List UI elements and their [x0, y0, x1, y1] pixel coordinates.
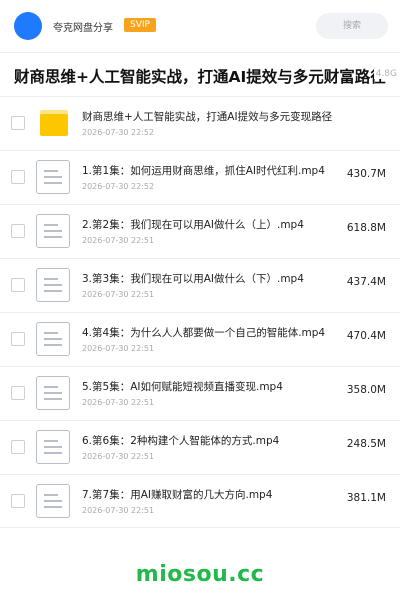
- document-icon: [36, 484, 70, 518]
- document-icon: [36, 376, 70, 410]
- file-size: 430.7M: [346, 168, 386, 180]
- folder-icon: [40, 110, 68, 136]
- file-row[interactable]: 7.第7集：用AI赚取财富的几大方向.mp4 2026-07-30 22:51 38…: [0, 474, 400, 528]
- file-date: 2026-07-30 22:51: [82, 290, 155, 299]
- select-checkbox[interactable]: [11, 224, 25, 238]
- app-header: 夸克网盘分享 SVIP 搜索: [0, 0, 400, 52]
- file-row[interactable]: 5.第5集：AI如何赋能短视频直播变现.mp4 2026-07-30 22:51 3…: [0, 366, 400, 420]
- select-checkbox[interactable]: [11, 386, 25, 400]
- document-icon: [36, 160, 70, 194]
- file-size: 470.4M: [346, 330, 386, 342]
- file-date: 2026-07-30 22:51: [82, 344, 155, 353]
- brand-name: 夸克网盘分享: [53, 23, 113, 34]
- file-row[interactable]: 2.第2集：我们现在可以用AI做什么（上）.mp4 2026-07-30 22:5…: [0, 204, 400, 258]
- file-row[interactable]: 1.第1集：如何运用财商思维，抓住AI时代红利.mp4 2026-07-30 22…: [0, 150, 400, 204]
- file-date: 2026-07-30 22:52: [82, 182, 155, 191]
- file-row[interactable]: 6.第6集：2种构建个人智能体的方式.mp4 2026-07-30 22:51 24…: [0, 420, 400, 474]
- search-input[interactable]: 搜索: [316, 13, 388, 39]
- svip-badge: SVIP: [124, 18, 156, 32]
- file-date: 2026-07-30 22:51: [82, 398, 155, 407]
- total-size: 4.8G: [373, 69, 397, 79]
- select-checkbox[interactable]: [11, 332, 25, 346]
- file-name: 4.第4集：为什么人人都要做一个自己的智能体.mp4: [82, 327, 326, 339]
- file-name: 5.第5集：AI如何赋能短视频直播变现.mp4: [82, 381, 283, 393]
- document-icon: [36, 214, 70, 248]
- select-checkbox[interactable]: [11, 440, 25, 454]
- file-name: 2.第2集：我们现在可以用AI做什么（上）.mp4: [82, 219, 304, 231]
- file-row[interactable]: 4.第4集：为什么人人都要做一个自己的智能体.mp4 2026-07-30 22:…: [0, 312, 400, 366]
- file-size: 358.0M: [346, 384, 386, 396]
- file-size: 381.1M: [346, 492, 386, 504]
- file-name: 7.第7集：用AI赚取财富的几大方向.mp4: [82, 489, 273, 501]
- file-size: 248.5M: [346, 438, 386, 450]
- document-icon: [36, 268, 70, 302]
- file-name: 6.第6集：2种构建个人智能体的方式.mp4: [82, 435, 280, 447]
- select-checkbox[interactable]: [11, 170, 25, 184]
- watermark: miosou.cc: [135, 562, 265, 587]
- file-date: 2026-07-30 22:51: [82, 506, 155, 515]
- file-name: 财商思维+人工智能实战，打通AI提效与多元变现路径: [82, 111, 333, 123]
- file-row[interactable]: 3.第3集：我们现在可以用AI做什么（下）.mp4 2026-07-30 22:5…: [0, 258, 400, 312]
- file-date: 2026-07-30 22:51: [82, 236, 155, 245]
- file-name: 1.第1集：如何运用财商思维，抓住AI时代红利.mp4: [82, 165, 325, 177]
- folder-row[interactable]: 财商思维+人工智能实战，打通AI提效与多元变现路径 2026-07-30 22:5…: [0, 96, 400, 150]
- file-size: 437.4M: [346, 276, 386, 288]
- select-checkbox[interactable]: [11, 278, 25, 292]
- file-name: 3.第3集：我们现在可以用AI做什么（下）.mp4: [82, 273, 304, 285]
- file-size: 618.8M: [346, 222, 386, 234]
- document-icon: [36, 430, 70, 464]
- avatar[interactable]: [14, 12, 42, 40]
- share-title-row: 财商思维+人工智能实战，打通AI提效与多元财富路径 4.8G: [0, 53, 400, 98]
- file-list: 财商思维+人工智能实战，打通AI提效与多元变现路径 2026-07-30 22:5…: [0, 96, 400, 528]
- select-checkbox[interactable]: [11, 494, 25, 508]
- select-checkbox[interactable]: [11, 116, 25, 130]
- file-date: 2026-07-30 22:52: [82, 128, 155, 137]
- file-date: 2026-07-30 22:51: [82, 452, 155, 461]
- page-title: 财商思维+人工智能实战，打通AI提效与多元财富路径: [14, 68, 386, 86]
- document-icon: [36, 322, 70, 356]
